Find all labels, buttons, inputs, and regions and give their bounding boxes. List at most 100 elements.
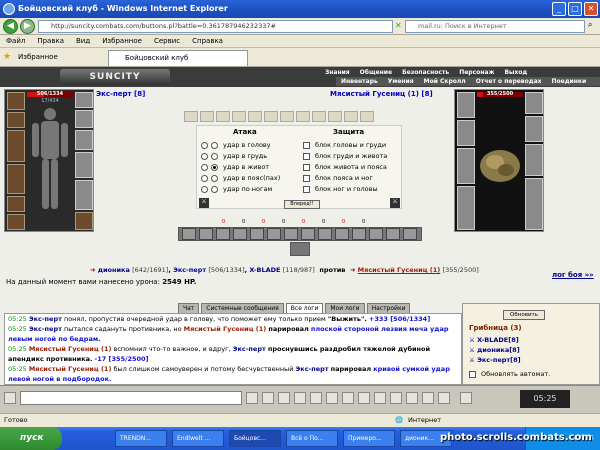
defense-checkbox[interactable] <box>303 175 310 182</box>
taskbar-item[interactable]: Примеро... <box>343 430 395 447</box>
top-menu-item[interactable]: Персонаж <box>454 68 499 77</box>
menu-edit[interactable]: Правка <box>31 35 70 48</box>
ability-slot[interactable] <box>369 228 383 240</box>
sub-menu-item[interactable]: Мой Скролл <box>419 77 471 86</box>
defense-checkbox[interactable] <box>303 186 310 193</box>
chat-tab[interactable]: Чат <box>178 303 200 313</box>
weapon-slot[interactable] <box>7 130 25 162</box>
belt-slot[interactable] <box>7 196 25 212</box>
member-name[interactable]: X-BLADE[8] <box>477 336 519 344</box>
toolbar-icon[interactable] <box>262 392 274 404</box>
special-ability-slot[interactable] <box>290 242 310 256</box>
scroll-slot[interactable] <box>232 111 246 122</box>
toolbar-icon[interactable] <box>422 392 434 404</box>
scroll-slot[interactable] <box>184 111 198 122</box>
taskbar-item[interactable]: TRENDN... <box>115 430 167 447</box>
ally-name[interactable]: X-BLADE <box>249 266 280 274</box>
forward-nav-button[interactable]: ▶ <box>20 19 35 34</box>
chat-tab[interactable]: Настройки <box>366 303 411 313</box>
toolbar-icon[interactable] <box>278 392 290 404</box>
start-button[interactable]: пуск <box>0 427 62 450</box>
chat-input[interactable] <box>20 391 242 405</box>
attack-radio[interactable] <box>211 164 218 171</box>
toolbar-icon[interactable] <box>342 392 354 404</box>
toolbar-icon[interactable] <box>406 392 418 404</box>
enemy-link[interactable]: Мясистый Гусениц (1) <box>358 266 441 274</box>
attack-radio[interactable] <box>211 153 218 160</box>
battle-log-link[interactable]: лог боя »» <box>552 271 594 279</box>
log-target[interactable]: Экс-перт <box>296 365 329 373</box>
top-menu-item[interactable]: Общение <box>355 68 397 77</box>
attack-mode-icon[interactable]: ⚔ <box>199 198 209 208</box>
group-name[interactable]: Грибница (3) <box>469 324 522 332</box>
group-member[interactable]: ⚔ X-BLADE[8] <box>469 336 519 344</box>
scroll-slot[interactable] <box>328 111 342 122</box>
chat-tab[interactable]: Системные сообщения <box>201 303 284 313</box>
ability-slot[interactable] <box>250 228 264 240</box>
ally-name[interactable]: Экс-перт <box>173 266 206 274</box>
chat-tab[interactable]: Мои логи <box>325 303 365 313</box>
attack-radio-left[interactable] <box>201 142 208 149</box>
chat-options-icon[interactable] <box>4 392 16 404</box>
attack-radio[interactable] <box>211 186 218 193</box>
shield-slot[interactable] <box>75 130 93 150</box>
ability-slot[interactable] <box>267 228 281 240</box>
attack-radio-left[interactable] <box>201 153 208 160</box>
toolbar-icon[interactable] <box>246 392 258 404</box>
auto-refresh-checkbox[interactable] <box>469 371 476 378</box>
log-actor[interactable]: Мясистый Гусениц (1) <box>29 365 112 373</box>
attack-radio-left[interactable] <box>201 175 208 182</box>
scroll-slot[interactable] <box>264 111 278 122</box>
attack-radio-left[interactable] <box>201 164 208 171</box>
ally-name[interactable]: дионика <box>98 266 130 274</box>
defense-checkbox[interactable] <box>303 142 310 149</box>
player-name[interactable]: Экс-перт [8] <box>96 90 145 98</box>
log-target[interactable]: Экс-перт <box>233 345 266 353</box>
sub-menu-item[interactable]: Поединки <box>547 77 592 86</box>
scroll-slot[interactable] <box>200 111 214 122</box>
sub-menu-item[interactable]: Умения <box>383 77 419 86</box>
log-actor[interactable]: Экс-перт <box>29 325 62 333</box>
favorites-button[interactable]: Избранное <box>4 50 62 65</box>
scroll-slot[interactable] <box>296 111 310 122</box>
helmet-slot[interactable] <box>7 92 25 110</box>
ability-slot[interactable] <box>301 228 315 240</box>
log-target[interactable]: Мясистый Гусениц (1) <box>184 325 267 333</box>
taskbar-item[interactable]: Всё о По... <box>286 430 338 447</box>
menu-file[interactable]: Файл <box>0 35 31 48</box>
group-member[interactable]: ⚔ дионика[8] <box>469 346 520 354</box>
toolbar-icon[interactable] <box>374 392 386 404</box>
menu-help[interactable]: Справка <box>186 35 229 48</box>
ability-slot[interactable] <box>352 228 366 240</box>
ability-slot[interactable] <box>318 228 332 240</box>
log-actor[interactable]: Экс-перт <box>29 315 62 323</box>
sub-menu-item[interactable]: Инвентарь <box>336 77 383 86</box>
minimize-button[interactable]: _ <box>552 2 566 16</box>
attack-radio-left[interactable] <box>201 186 208 193</box>
close-button[interactable]: ✕ <box>584 2 598 16</box>
scroll-slot[interactable] <box>280 111 294 122</box>
tab-fight-club[interactable]: Бойцовский клуб <box>108 50 248 66</box>
boots-slot[interactable] <box>75 180 93 210</box>
menu-view[interactable]: Вид <box>70 35 96 48</box>
attack-radio[interactable] <box>211 142 218 149</box>
toolbar-icon[interactable] <box>358 392 370 404</box>
scroll-slot[interactable] <box>216 111 230 122</box>
defense-checkbox[interactable] <box>303 153 310 160</box>
scroll-slot[interactable] <box>344 111 358 122</box>
enemy-name[interactable]: Мясистый Гусениц (1) [8] <box>330 90 433 98</box>
armor-slot[interactable] <box>7 164 25 194</box>
taskbar-item[interactable]: Endlwelt ... <box>172 430 224 447</box>
scroll-slot[interactable] <box>248 111 262 122</box>
menu-tools[interactable]: Сервис <box>148 35 186 48</box>
toolbar-icon[interactable] <box>310 392 322 404</box>
top-menu-item[interactable]: Выход <box>499 68 532 77</box>
earring-slot[interactable] <box>75 92 93 108</box>
toolbar-icon[interactable] <box>326 392 338 404</box>
group-member[interactable]: ⚔ Экс-перт[8] <box>469 356 521 364</box>
toolbar-icon[interactable] <box>460 392 472 404</box>
ability-slot[interactable] <box>284 228 298 240</box>
ring-slot[interactable] <box>7 214 25 230</box>
ability-slot[interactable] <box>233 228 247 240</box>
go-icon[interactable]: ✕ <box>395 21 402 30</box>
